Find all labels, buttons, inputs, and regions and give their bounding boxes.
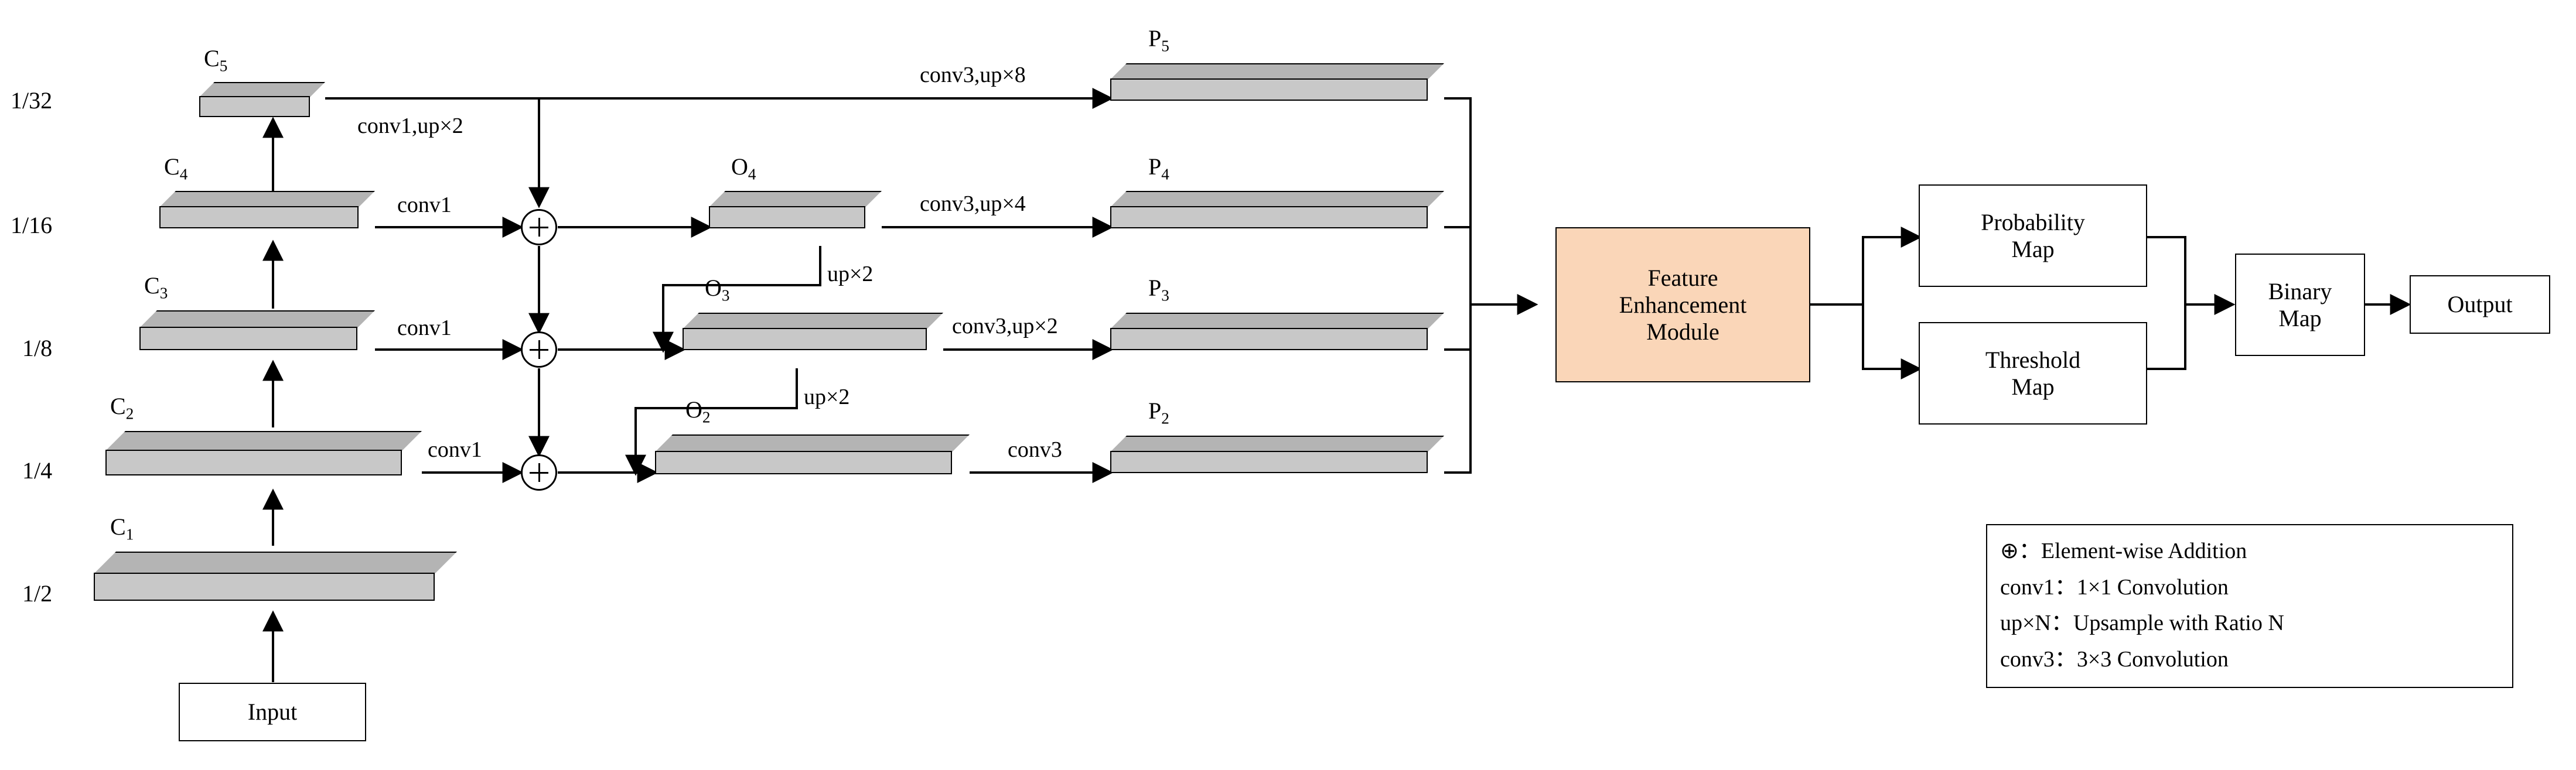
binary-map-box: Binary Map (2235, 254, 2365, 356)
pyramid-block-label-p5: P5 (1148, 25, 1169, 55)
slab-front-c3 (139, 327, 357, 350)
scale-label-1-4: 1/4 (22, 457, 53, 484)
merge-block-label-o2: O2 (685, 396, 711, 426)
probability-map-box: Probability Map (1919, 184, 2147, 287)
feature-block-label-c2: C2 (110, 393, 134, 423)
feature-block-c1 (94, 552, 457, 601)
pyramid-block-label-p4: P4 (1148, 153, 1169, 183)
legend-item-addition: ⊕：Element-wise Addition (2000, 539, 2247, 563)
scale-label-1-2: 1/2 (22, 580, 53, 607)
output-box: Output (2410, 275, 2550, 334)
diagram-canvas: 1/32 1/16 1/8 1/4 1/2 C5 C4 C3 C2 C1 O4 … (0, 0, 2576, 770)
edge-label-conv1-c4: conv1 (397, 193, 452, 217)
elementwise-add-o2 (521, 454, 557, 491)
elementwise-add-o3 (521, 331, 557, 368)
merge-block-label-o4: O4 (731, 153, 756, 183)
feature-block-label-c3: C3 (144, 272, 168, 302)
pyramid-block-p2 (1110, 436, 1444, 473)
threshold-map-box: Threshold Map (1919, 322, 2147, 425)
slab-front-c1 (94, 573, 435, 601)
legend-item-conv3: conv3：3×3 Convolution (2000, 646, 2229, 672)
feature-block-c2 (105, 431, 422, 475)
edge-label-conv1-c3: conv1 (397, 316, 452, 340)
merge-block-o2 (655, 434, 970, 474)
slab-front-o4 (709, 206, 865, 228)
legend-item-upsample: up×N：Upsample with Ratio N (2000, 611, 2284, 636)
slab-front-p3 (1110, 328, 1428, 350)
feature-block-c4 (159, 191, 375, 228)
feature-enhancement-module-box: Feature Enhancement Module (1555, 227, 1810, 382)
slab-front-c4 (159, 206, 359, 228)
pyramid-block-p4 (1110, 191, 1444, 228)
scale-label-1-32: 1/32 (11, 87, 53, 114)
pyramid-block-label-p3: P3 (1148, 275, 1169, 304)
slab-top-c1 (94, 552, 457, 574)
merge-block-o4 (709, 191, 882, 228)
feature-block-label-c5: C5 (204, 45, 228, 75)
scale-label-1-16: 1/16 (11, 212, 53, 238)
feature-block-c3 (139, 310, 375, 350)
feature-block-label-c4: C4 (164, 153, 188, 183)
slab-front-p2 (1110, 451, 1428, 473)
slab-front-p4 (1110, 206, 1428, 228)
pyramid-block-p5 (1110, 63, 1444, 101)
slab-front-c2 (105, 450, 402, 475)
slab-front-c5 (199, 96, 310, 117)
edge-label-up2-o4: up×2 (827, 262, 874, 286)
feature-block-c5 (199, 82, 325, 117)
merge-block-o3 (683, 313, 943, 350)
slab-front-p5 (1110, 78, 1428, 101)
edge-label-conv3-p2: conv3 (1008, 437, 1062, 462)
scale-label-1-8: 1/8 (22, 335, 53, 361)
legend-item-conv1: conv1：1×1 Convolution (2000, 574, 2229, 600)
edge-label-conv1-c2: conv1 (428, 437, 482, 462)
slab-front-o2 (655, 451, 952, 474)
edge-label-up2-o3: up×2 (804, 385, 850, 409)
elementwise-add-o4 (521, 209, 557, 245)
edge-label-conv3-up8: conv3,up×8 (920, 63, 1026, 87)
pyramid-block-label-p2: P2 (1148, 398, 1169, 427)
merge-block-label-o3: O3 (705, 275, 730, 304)
feature-block-label-c1: C1 (110, 514, 134, 543)
edge-label-conv3-up4: conv3,up×4 (920, 191, 1026, 216)
slab-top-c2 (105, 431, 422, 451)
edge-label-conv1-up2: conv1,up×2 (357, 114, 463, 138)
edge-label-conv3-up2: conv3,up×2 (952, 314, 1058, 338)
slab-front-o3 (683, 328, 927, 350)
pyramid-block-p3 (1110, 313, 1444, 350)
input-box: Input (179, 683, 366, 741)
legend-box: ⊕：Element-wise Addition conv1：1×1 Convol… (1986, 524, 2513, 689)
